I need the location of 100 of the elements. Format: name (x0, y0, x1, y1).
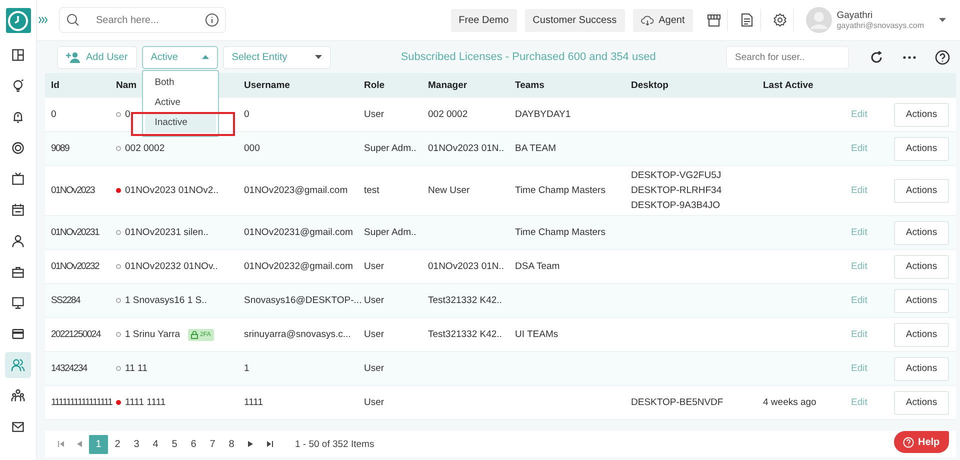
help-button[interactable]: Help (894, 431, 949, 453)
table-cell-text: 01NOv2023 (51, 185, 96, 196)
table-cell-text: 0 (51, 109, 57, 120)
card-icon (11, 327, 25, 341)
page-summary: 1 - 50 of 352 Items (295, 438, 374, 450)
column-header: Manager (428, 80, 468, 90)
column-header: Id (51, 80, 60, 90)
dropdown-option[interactable]: Inactive (144, 112, 216, 132)
table-cell-text: 01NOv20231@gmail.com (244, 227, 354, 238)
search-field[interactable]: Search here... (88, 14, 197, 26)
table-cell-text: User (364, 329, 386, 340)
group-icon (11, 389, 25, 403)
table-cell-text: DESKTOP-RLRHF34 (631, 185, 723, 196)
table-cell-text: User (364, 295, 386, 306)
tv-icon (11, 172, 25, 186)
table-cell-text: New User (428, 185, 471, 196)
search-box[interactable]: Search here... (59, 7, 226, 33)
table-cell-text: 01NOv2023@gmail.com (244, 185, 349, 196)
page-button[interactable]: 5 (165, 434, 184, 454)
actions-button[interactable]: Actions (894, 254, 949, 278)
page-button[interactable]: 7 (203, 434, 222, 454)
users-icon (11, 358, 25, 372)
header-button[interactable]: Free Demo (450, 8, 517, 32)
table-cell-text: Test321332 K42.. (428, 295, 503, 306)
table-cell: 0 (125, 109, 130, 120)
table-cell-text: 20221250024 (51, 329, 102, 340)
page-button[interactable]: 6 (184, 434, 203, 454)
table-cell-text: 002 0002 (428, 109, 469, 120)
target-icon (11, 141, 25, 155)
table-cell-text: Snovasys16@DESKTOP-... (244, 295, 363, 306)
table-cell-text: Time Champ Masters (515, 227, 606, 238)
table-cell-text: User (364, 363, 386, 374)
table-cell-text: 1111 (244, 397, 264, 408)
table-cell-text: DESKTOP-VG2FU5J (631, 170, 722, 181)
table-cell: 002 0002 (125, 143, 165, 154)
user-search-field[interactable]: Search for user.. (726, 46, 849, 68)
page-button[interactable]: 3 (127, 434, 146, 454)
actions-button[interactable]: Actions (894, 288, 949, 312)
column-header: Role (364, 80, 385, 90)
table-cell-text: 14324234 (51, 363, 88, 374)
table-cell-text: 01NOv20232 (51, 261, 100, 272)
column-header: Teams (515, 80, 544, 90)
agent-button[interactable]: Agent (632, 8, 693, 32)
cloud-download-icon (640, 14, 654, 26)
calendar-icon (11, 203, 25, 217)
table-cell-text: test (364, 185, 380, 196)
page-button[interactable]: 4 (146, 434, 165, 454)
table-cell-text: DSA Team (515, 261, 561, 272)
user-name: Gayathri (836, 10, 874, 21)
table-cell-text: 01NOv2023 01N.. (428, 143, 506, 154)
dropdown-option[interactable]: Both (144, 72, 216, 92)
table-cell-text: Time Champ Masters (515, 185, 606, 196)
actions-button[interactable]: Actions (894, 220, 949, 244)
page-button[interactable]: 8 (222, 434, 241, 454)
table-cell-text: User (364, 261, 386, 272)
table-cell: 1 Snovasys16 1 S.. (125, 295, 207, 306)
table-cell: 01NOv20232 01NOv.. (125, 261, 218, 272)
table-cell-text: Super Adm.. (364, 143, 418, 154)
search-icon (66, 13, 80, 27)
caret-icon[interactable] (939, 18, 946, 22)
actions-button[interactable]: Actions (894, 102, 949, 126)
bell-icon (11, 110, 25, 124)
table-cell-text: 01NOv2023 01N.. (428, 261, 506, 272)
actions-button[interactable]: Actions (894, 356, 949, 380)
briefcase-icon (11, 265, 25, 279)
actions-button[interactable]: Actions (894, 136, 949, 160)
table-cell: 1111 1111 (125, 397, 166, 408)
page-button[interactable]: 2 (108, 434, 127, 454)
actions-button[interactable]: Actions (894, 390, 949, 414)
info-icon[interactable] (205, 13, 219, 27)
table-cell: 01NOv20231 silen.. (125, 227, 208, 238)
table-cell-text: Super Adm.. (364, 227, 418, 238)
table-cell: 11 11 (125, 363, 148, 374)
table-cell-text: 9089 (51, 143, 70, 154)
table-cell-text: User (364, 109, 386, 120)
expand-icon[interactable] (38, 16, 48, 24)
table-cell-text: 4 weeks ago (763, 397, 818, 408)
column-header: Username (244, 80, 290, 90)
column-header: Nam (116, 80, 137, 90)
actions-button[interactable]: Actions (894, 322, 949, 346)
table-cell-text: SS2284 (51, 295, 82, 306)
table-cell-text: 01NOv20232@gmail.com (244, 261, 354, 272)
table-cell-text: UI TEAMs (515, 329, 560, 340)
table-cell: 1 Srinu Yarra (125, 329, 180, 340)
table-cell-text: srinuyarra@snovasys.c... (244, 329, 352, 340)
table-cell-text: 0 (244, 109, 250, 120)
clock-logo-icon[interactable] (6, 8, 30, 33)
table-cell-text: DESKTOP-9A3B4JO (631, 200, 722, 211)
table-cell: 01NOv2023 01NOv2.. (125, 185, 218, 196)
dropdown-option[interactable]: Active (144, 92, 216, 112)
mail-icon (11, 420, 25, 434)
caret-icon (202, 55, 209, 59)
person-icon (11, 234, 25, 248)
monitor-icon (11, 296, 25, 310)
table-cell-text: 000 (244, 143, 261, 154)
license-summary: Subscribed Licenses - Purchased 600 and 354 used (400, 51, 657, 63)
actions-button[interactable]: Actions (894, 178, 949, 202)
caret-icon (314, 55, 322, 59)
header-button[interactable]: Customer Success (524, 8, 625, 32)
layout-icon (11, 48, 25, 62)
